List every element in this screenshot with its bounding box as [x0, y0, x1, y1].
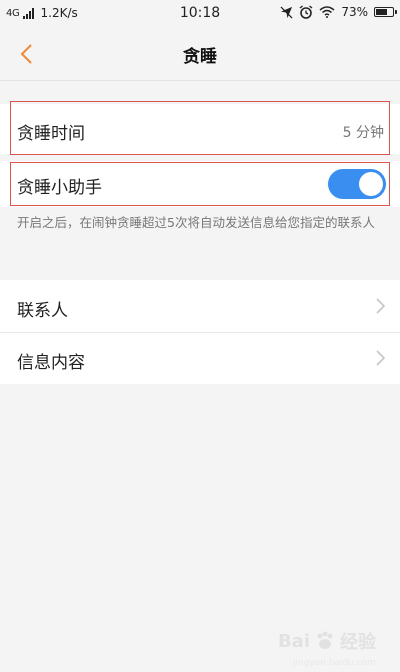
contacts-row[interactable]: 联系人	[0, 280, 400, 332]
contacts-label: 联系人	[17, 301, 68, 321]
watermark-url: jingyan.baidu.com	[292, 658, 376, 668]
snooze-assistant-description: 开启之后，在闹钟贪睡超过5次将自动发送信息给您指定的联系人	[17, 215, 375, 230]
wifi-icon	[319, 6, 335, 18]
battery-icon	[374, 7, 397, 17]
highlight-box-snooze-time	[10, 101, 390, 155]
alarm-icon	[299, 5, 313, 19]
nav-divider	[0, 80, 400, 81]
chevron-right-icon	[376, 350, 386, 366]
location-off-icon	[280, 6, 293, 18]
highlight-box-snooze-assistant	[10, 162, 390, 206]
status-bar: 4G 1.2K/s 10:18 73%	[0, 0, 400, 28]
battery-percent: 73%	[341, 5, 368, 19]
message-content-label: 信息内容	[17, 353, 85, 373]
watermark-logo: Bai 经验	[278, 628, 376, 654]
chevron-right-icon	[376, 298, 386, 314]
page-title: 贪睡	[183, 47, 217, 67]
paw-icon	[317, 631, 333, 649]
watermark-brand-cn: 经验	[340, 632, 376, 653]
message-content-row[interactable]: 信息内容	[0, 333, 400, 384]
status-right: 73%	[280, 5, 397, 19]
nav-bar: 贪睡	[0, 28, 400, 80]
watermark-brand: Bai	[277, 630, 310, 652]
battery-level	[376, 9, 387, 15]
